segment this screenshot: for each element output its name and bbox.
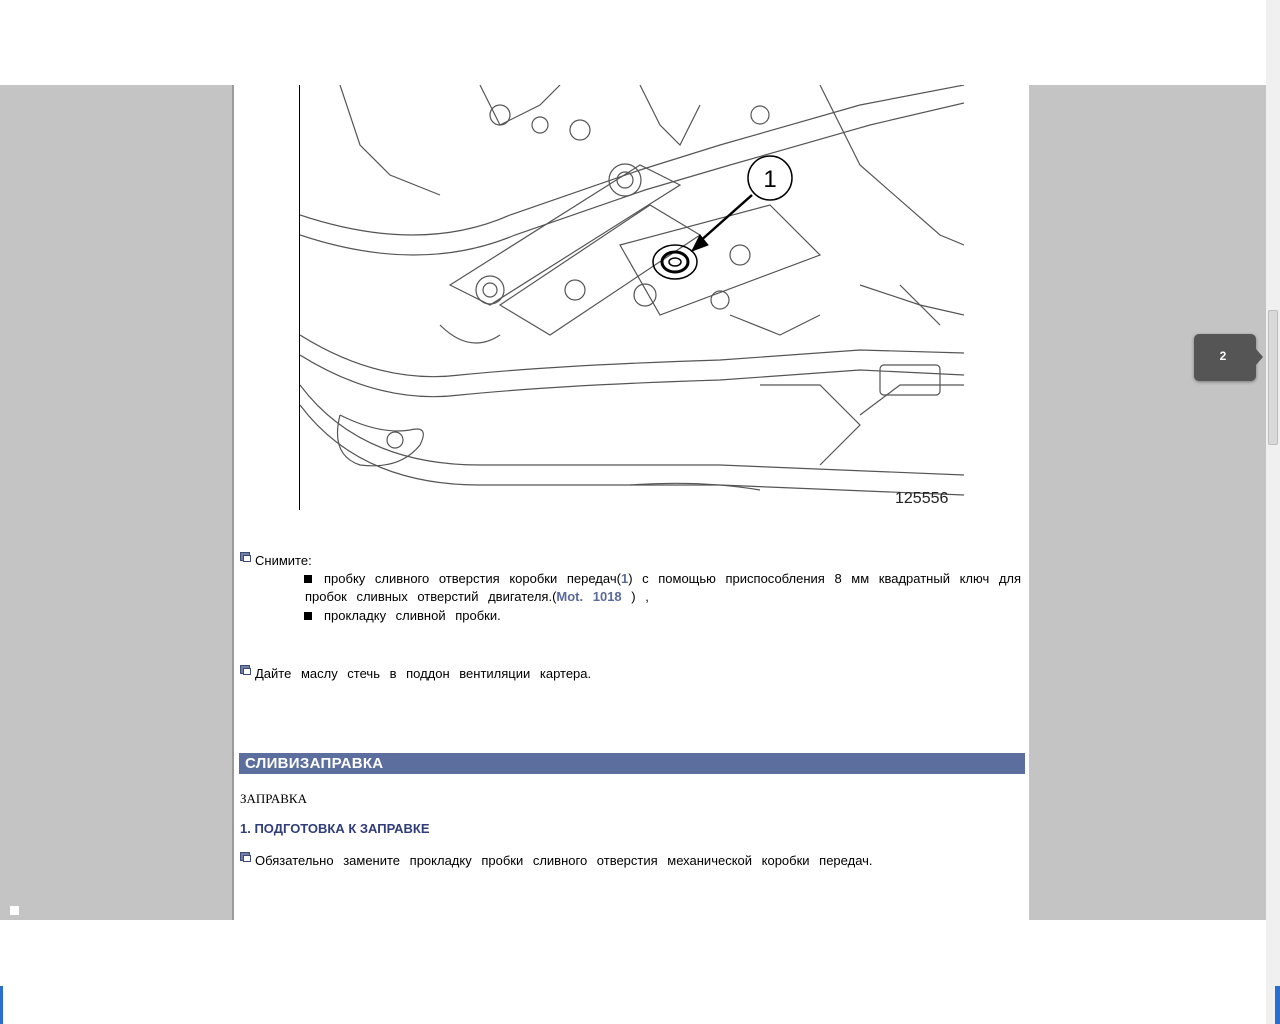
remove-item-2: прокладку сливной пробки. bbox=[324, 608, 501, 623]
document-viewer[interactable]: 1 125556 Снимите: пробку сливного отверс… bbox=[0, 85, 1266, 920]
vertical-scrollbar[interactable] bbox=[1266, 0, 1280, 1024]
small-square-icon bbox=[10, 906, 19, 915]
figure-id: 125556 bbox=[895, 490, 948, 507]
gearbox-drawing: 1 125556 bbox=[300, 85, 964, 507]
window-edge-left bbox=[0, 986, 3, 1024]
page-number-badge[interactable]: 2 bbox=[1194, 334, 1256, 381]
tool-link[interactable]: Mot. 1018 bbox=[556, 589, 621, 604]
gasket-instruction: Обязательно замените прокладку пробки сл… bbox=[255, 853, 873, 868]
document-page: 1 125556 Снимите: пробку сливного отверс… bbox=[234, 85, 1029, 920]
remove-item-1-line-1: пробку сливного отверстия коробки переда… bbox=[324, 571, 1022, 586]
step-heading: 1. ПОДГОТОВКА К ЗАПРАВКЕ bbox=[240, 821, 430, 836]
remove-intro: Снимите: bbox=[255, 553, 312, 568]
section-subtitle: ЗАПРАВКА bbox=[240, 791, 307, 806]
bottom-area bbox=[0, 920, 1266, 1024]
remove-item-1-line-2: пробок сливных отверстий двигателя.(Mot.… bbox=[305, 589, 649, 604]
page-number: 2 bbox=[1219, 349, 1227, 363]
square-bullet-icon bbox=[304, 575, 312, 583]
section-header-bar: СЛИВИЗАПРАВКА bbox=[239, 753, 1025, 774]
callout-number: 1 bbox=[763, 166, 776, 193]
badge-pointer-icon bbox=[1256, 349, 1263, 365]
square-bullet-icon bbox=[304, 612, 312, 620]
technical-illustration: 1 125556 bbox=[299, 85, 964, 510]
scrollbar-thumb[interactable] bbox=[1268, 310, 1278, 445]
section-title: СЛИВИЗАПРАВКА bbox=[245, 755, 384, 772]
bullet-icon bbox=[240, 552, 251, 562]
bullet-icon bbox=[240, 665, 251, 675]
window-edge-right bbox=[1275, 986, 1280, 1024]
toolbar-area bbox=[0, 0, 1280, 85]
bullet-icon bbox=[240, 852, 251, 862]
drain-instruction: Дайте маслу стечь в поддон вентиляции ка… bbox=[255, 666, 592, 681]
